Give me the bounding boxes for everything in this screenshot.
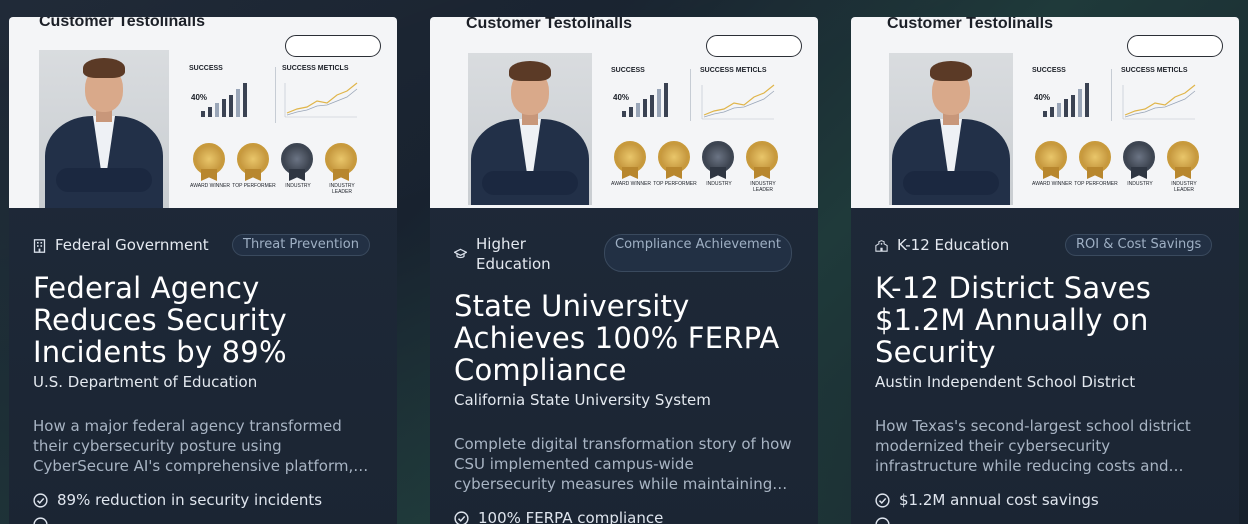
card-meta: K-12 Education (875, 235, 1009, 255)
industry-leader-badge-icon: INDUSTRY LEADER (325, 143, 359, 195)
top-performer-badge-icon: TOP PERFORMER (1074, 141, 1118, 187)
thumbnail-search-pill (285, 35, 381, 57)
thumbnail-search-pill (706, 35, 802, 57)
thumbnail-search-pill (1127, 35, 1223, 57)
card-description: How a major federal agency transformed t… (33, 417, 354, 475)
card-organization: Austin Independent School District (875, 373, 1136, 391)
thumbnail-badges: AWARD WINNER TOP PERFORMER INDUSTRY INDU… (190, 143, 359, 195)
card-result-item: $1.2M annual cost savings (875, 491, 1099, 509)
card-tag[interactable]: Threat Prevention (232, 234, 370, 256)
card-title[interactable]: K-12 District Saves $1.2M Annually on Se… (875, 272, 1225, 368)
card-result-item: 89% reduction in security incidents (33, 491, 322, 509)
case-study-card-k12[interactable]: Customer Testolinalls SUCCESS 40% SUCCES… (851, 17, 1239, 524)
card-organization: U.S. Department of Education (33, 373, 258, 391)
card-tag[interactable]: Compliance Achievement (604, 234, 792, 272)
thumbnail-line-chart (284, 82, 358, 118)
case-study-card-higher-ed[interactable]: Customer Testolinalls SUCCESS 40% SUCCES… (430, 17, 818, 524)
card-title[interactable]: Federal Agency Reduces Security Incident… (33, 272, 383, 368)
thumbnail-success-label: SUCCESS (189, 65, 223, 72)
top-performer-badge-icon: TOP PERFORMER (653, 141, 697, 187)
customer-photo (39, 50, 169, 208)
case-study-thumbnail: Customer Testolinalls SUCCESS 40% SUCCES… (851, 17, 1239, 208)
thumbnail-title: Customer Testolinalls (39, 17, 205, 30)
check-circle-icon (454, 510, 469, 524)
card-title[interactable]: State University Achieves 100% FERPA Com… (454, 290, 804, 386)
card-meta: Higher Education (454, 234, 566, 274)
check-circle-icon (875, 517, 890, 524)
thumbnail-bar-chart (201, 83, 247, 117)
thumbnail-metrics-label: SUCCESS METICLS (700, 67, 767, 74)
case-study-thumbnail: Customer Testolinalls SUCCESS 40% SUCCES… (9, 17, 397, 208)
thumbnail-line-chart (701, 84, 775, 120)
school-icon (875, 239, 888, 252)
award-badge-icon: AWARD WINNER (190, 143, 230, 189)
card-description: Complete digital transformation story of… (454, 435, 792, 493)
check-circle-icon (33, 492, 48, 508)
award-badge-icon: AWARD WINNER (611, 141, 651, 187)
thumbnail-metrics-label: SUCCESS METICLS (1121, 67, 1188, 74)
card-category: K-12 Education (897, 236, 1010, 254)
award-badge-icon: AWARD WINNER (1032, 141, 1072, 187)
graduation-cap-icon (454, 248, 467, 261)
card-result-item (875, 517, 899, 524)
card-tag[interactable]: ROI & Cost Savings (1065, 234, 1213, 256)
thumbnail-success-label: SUCCESS (1032, 67, 1066, 74)
thumbnail-title: Customer Testolinalls (466, 17, 632, 32)
thumbnail-title: Customer Testolinalls (887, 17, 1053, 32)
check-circle-icon (875, 492, 890, 508)
customer-photo (889, 53, 1013, 205)
thumbnail-bar-chart (622, 83, 668, 117)
top-performer-badge-icon: TOP PERFORMER (232, 143, 276, 189)
industry-leader-badge-icon: INDUSTRY LEADER (1167, 141, 1201, 193)
thumbnail-badges: AWARD WINNER TOP PERFORMER INDUSTRY INDU… (611, 141, 780, 193)
industry-leader-badge-icon: INDUSTRY LEADER (746, 141, 780, 193)
thumbnail-metrics-label: SUCCESS METICLS (282, 65, 349, 72)
thumbnail-bar-chart (1043, 83, 1089, 117)
card-meta: Federal Government (33, 235, 209, 255)
industry-badge-icon: INDUSTRY (702, 141, 736, 187)
customer-photo (468, 53, 592, 205)
building-icon (33, 238, 46, 253)
case-study-thumbnail: Customer Testolinalls SUCCESS 40% SUCCES… (430, 17, 818, 208)
card-category: Federal Government (55, 236, 209, 254)
industry-badge-icon: INDUSTRY (1123, 141, 1157, 187)
card-category: Higher Education (476, 235, 551, 273)
card-result-item (33, 517, 57, 524)
card-result-item: 100% FERPA compliance (454, 509, 663, 524)
card-description: How Texas's second-largest school distri… (875, 417, 1191, 475)
thumbnail-success-label: SUCCESS (611, 67, 645, 74)
case-study-card-federal[interactable]: Customer Testolinalls SUCCESS 40% SUCCES… (9, 17, 397, 524)
check-circle-icon (33, 517, 48, 524)
thumbnail-badges: AWARD WINNER TOP PERFORMER INDUSTRY INDU… (1032, 141, 1201, 193)
card-organization: California State University System (454, 391, 711, 409)
thumbnail-line-chart (1122, 84, 1196, 120)
industry-badge-icon: INDUSTRY (281, 143, 315, 189)
